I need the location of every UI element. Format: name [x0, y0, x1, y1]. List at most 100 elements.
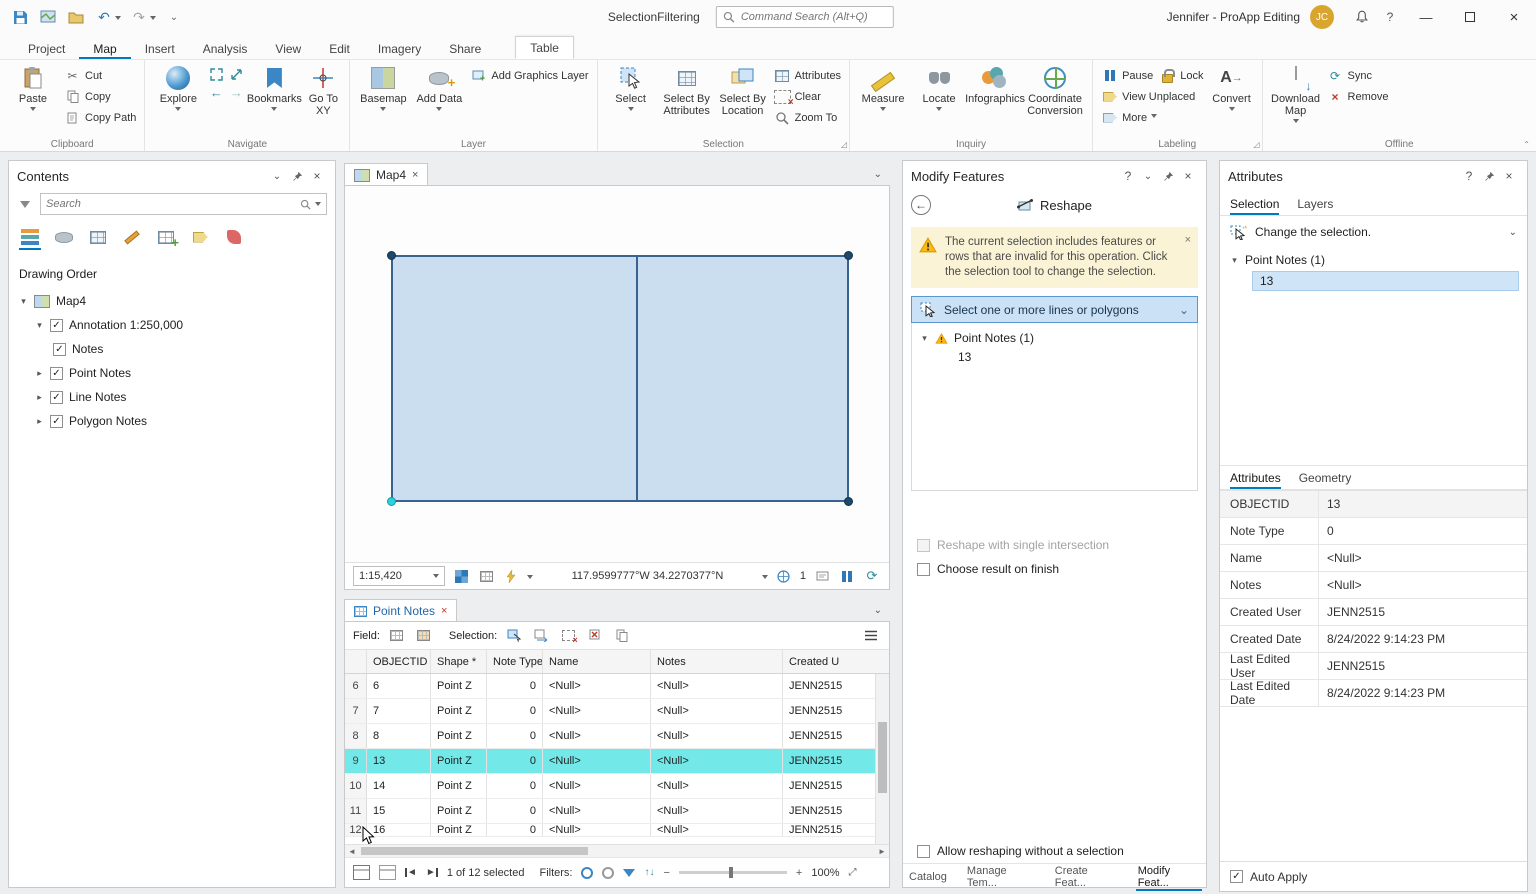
- single-intersection-checkbox[interactable]: [917, 539, 930, 552]
- more-labeling-button[interactable]: More: [1098, 107, 1206, 128]
- table-tabbar-chevron-icon[interactable]: ⌄: [874, 605, 882, 616]
- col-objectid[interactable]: OBJECTID *: [367, 650, 431, 673]
- zoom-slider[interactable]: [679, 871, 787, 874]
- bookmarks-button[interactable]: Bookmarks: [246, 63, 302, 114]
- command-search[interactable]: [716, 6, 894, 28]
- contents-menu-chevron-icon[interactable]: ⌄: [267, 166, 287, 186]
- expand-icon[interactable]: ▾: [35, 320, 44, 331]
- cell-note-type[interactable]: 0: [487, 749, 543, 773]
- row-number[interactable]: 6: [345, 674, 367, 698]
- change-selection-row[interactable]: Change the selection. ⌄: [1220, 216, 1527, 248]
- cell-note-type[interactable]: 0: [487, 824, 543, 836]
- form-view-icon[interactable]: [379, 865, 396, 880]
- first-record-icon[interactable]: ◄: [405, 867, 417, 878]
- list-by-editing-icon[interactable]: [121, 226, 143, 248]
- dock-tab-manage-templates[interactable]: Manage Tem...: [965, 861, 1037, 891]
- row-number[interactable]: 12: [345, 824, 367, 836]
- cell-created-user[interactable]: JENN2515: [783, 674, 875, 698]
- table-tab-close-icon[interactable]: ×: [441, 605, 447, 617]
- allow-reshaping-option[interactable]: Allow reshaping without a selection: [903, 839, 1206, 863]
- copy-path-button[interactable]: Copy Path: [61, 107, 139, 128]
- select-button[interactable]: Select: [603, 63, 659, 114]
- tree-item-notes[interactable]: Notes: [9, 337, 335, 361]
- calculate-field-icon[interactable]: [414, 626, 434, 645]
- expand-icon[interactable]: ▾: [920, 333, 929, 344]
- allow-reshaping-checkbox[interactable]: [917, 845, 930, 858]
- vertex-bottom-left-active[interactable]: [387, 497, 396, 506]
- add-data-button[interactable]: + Add Data: [411, 63, 467, 114]
- cell-shape[interactable]: Point Z: [431, 699, 487, 723]
- clear-selection-table-icon[interactable]: ×: [558, 626, 578, 645]
- zoom-out-icon[interactable]: −: [663, 867, 669, 879]
- contents-pin-icon[interactable]: [287, 166, 307, 186]
- auto-apply-checkbox[interactable]: [1230, 870, 1243, 883]
- go-to-xy-button[interactable]: Go To XY: [302, 63, 344, 117]
- table-row[interactable]: 7 7 Point Z 0 <Null> <Null> JENN2515: [345, 699, 875, 724]
- expand-table-icon[interactable]: ⤢: [849, 867, 857, 878]
- dock-tab-create-features[interactable]: Create Feat...: [1053, 861, 1120, 891]
- cell-notes[interactable]: <Null>: [651, 749, 783, 773]
- tab-imagery[interactable]: Imagery: [364, 38, 435, 59]
- annotation-checkbox[interactable]: [50, 319, 63, 332]
- polygon-notes-checkbox[interactable]: [50, 415, 63, 428]
- add-map-icon[interactable]: [38, 7, 58, 27]
- cell-created-user[interactable]: JENN2515: [783, 824, 875, 836]
- dock-tab-modify-features[interactable]: Modify Feat...: [1136, 861, 1202, 891]
- view-unplaced-button[interactable]: View Unplaced: [1098, 86, 1206, 107]
- col-note-type[interactable]: Note Type: [487, 650, 543, 673]
- clear-selection-button[interactable]: × Clear: [771, 86, 844, 107]
- line-notes-checkbox[interactable]: [50, 391, 63, 404]
- flash-icon[interactable]: [502, 567, 520, 585]
- attributes-button[interactable]: Attributes: [771, 65, 844, 86]
- row-number[interactable]: 8: [345, 724, 367, 748]
- table-row[interactable]: 8 8 Point Z 0 <Null> <Null> JENN2515: [345, 724, 875, 749]
- modify-pin-icon[interactable]: [1158, 166, 1178, 186]
- tree-item-line-notes[interactable]: ▸ Line Notes: [9, 385, 335, 409]
- full-extent-icon[interactable]: [208, 66, 225, 82]
- col-shape[interactable]: Shape *: [431, 650, 487, 673]
- cell-name[interactable]: <Null>: [543, 774, 651, 798]
- table-row-selected[interactable]: 9 13 Point Z 0 <Null> <Null> JENN2515: [345, 749, 875, 774]
- list-by-drawing-order-icon[interactable]: [19, 226, 41, 248]
- cell-name[interactable]: <Null>: [543, 699, 651, 723]
- selection-grid-icon[interactable]: [452, 567, 470, 585]
- tab-insert[interactable]: Insert: [131, 38, 189, 59]
- command-search-input[interactable]: [741, 11, 887, 23]
- row-number[interactable]: 10: [345, 774, 367, 798]
- open-project-icon[interactable]: [66, 7, 86, 27]
- add-graphics-layer-button[interactable]: + Add Graphics Layer: [467, 65, 591, 86]
- choose-result-checkbox[interactable]: [917, 563, 930, 576]
- cell-shape[interactable]: Point Z: [431, 749, 487, 773]
- cell-shape[interactable]: Point Z: [431, 774, 487, 798]
- measure-button[interactable]: Measure: [855, 63, 911, 114]
- row-number[interactable]: 7: [345, 699, 367, 723]
- cell-shape[interactable]: Point Z: [431, 674, 487, 698]
- minimize-button[interactable]: —: [1404, 0, 1448, 34]
- show-selected-icon[interactable]: [581, 867, 593, 879]
- contents-search-box[interactable]: [40, 193, 327, 215]
- tree-item-annotation[interactable]: ▾ Annotation 1:250,000: [9, 313, 335, 337]
- cell-notes[interactable]: <Null>: [651, 774, 783, 798]
- hscroll-thumb[interactable]: [361, 847, 588, 855]
- cell-shape[interactable]: Point Z: [431, 724, 487, 748]
- refresh-icon[interactable]: ⟳: [863, 567, 881, 585]
- cell-objectid[interactable]: 8: [367, 724, 431, 748]
- cell-name[interactable]: <Null>: [543, 749, 651, 773]
- cell-notes[interactable]: <Null>: [651, 799, 783, 823]
- table-row[interactable]: 10 14 Point Z 0 <Null> <Null> JENN2515: [345, 774, 875, 799]
- maximize-button[interactable]: [1448, 0, 1492, 34]
- sync-button[interactable]: ⟳ Sync: [1324, 65, 1392, 86]
- field-value[interactable]: <Null>: [1318, 572, 1527, 598]
- select-by-location-button[interactable]: Select By Location: [715, 63, 771, 117]
- attributes-help-icon[interactable]: ?: [1459, 166, 1479, 186]
- sort-icon[interactable]: ↑↓: [644, 867, 654, 878]
- row-number[interactable]: 9: [345, 749, 367, 773]
- expand-icon[interactable]: ▾: [19, 296, 28, 307]
- previous-extent-icon[interactable]: ←: [208, 84, 225, 100]
- redo-caret-icon[interactable]: [150, 16, 156, 23]
- pause-drawing-icon[interactable]: [838, 567, 856, 585]
- filter-funnel-icon[interactable]: [623, 869, 635, 877]
- tab-selection[interactable]: Selection: [1230, 197, 1279, 215]
- reshape-single-intersection-option[interactable]: Reshape with single intersection: [903, 533, 1206, 557]
- next-record-icon[interactable]: ►: [426, 867, 438, 878]
